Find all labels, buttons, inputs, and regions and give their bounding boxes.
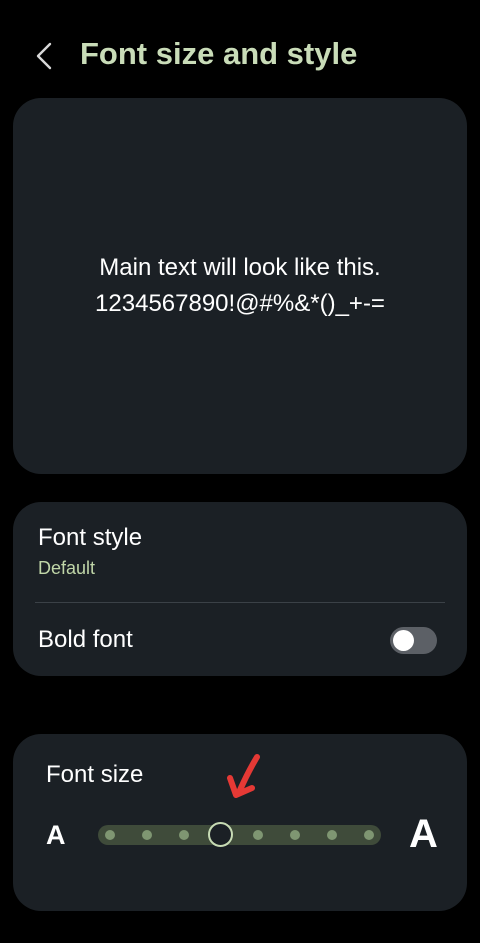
chevron-left-icon: [36, 42, 52, 70]
font-style-row[interactable]: Font style Default: [13, 502, 467, 602]
font-size-label: Font size: [46, 761, 144, 788]
bold-font-row[interactable]: Bold font: [13, 603, 467, 676]
slider-step-dot: [179, 830, 189, 840]
slider-step-dot: [105, 830, 115, 840]
bold-font-label: Bold font: [38, 626, 133, 653]
font-style-label: Font style: [38, 524, 143, 551]
slider-step-dot: [364, 830, 374, 840]
bold-font-toggle[interactable]: [390, 627, 437, 654]
preview-line-main: Main text will look like this.: [99, 254, 381, 281]
toggle-knob: [393, 630, 414, 651]
preview-text: Main text will look like this. 123456789…: [13, 250, 467, 322]
slider-step-dot: [142, 830, 152, 840]
red-arrow-icon: [227, 754, 260, 798]
app-header: Font size and style: [0, 0, 480, 110]
preview-card: Main text will look like this. 123456789…: [13, 98, 467, 474]
font-size-slider[interactable]: [98, 822, 381, 847]
back-button[interactable]: [28, 38, 64, 74]
slider-step-dot: [290, 830, 300, 840]
slider-step-dot: [253, 830, 263, 840]
slider-step-dot: [327, 830, 337, 840]
preview-line-symbols: 1234567890!@#%&*()_+-=: [95, 290, 385, 317]
settings-card: Font style Default Bold font: [13, 502, 467, 676]
font-style-value: Default: [38, 558, 96, 578]
large-a-icon: A: [409, 812, 438, 856]
page-title: Font size and style: [80, 36, 358, 71]
slider-thumb[interactable]: [208, 822, 233, 847]
small-a-icon: A: [46, 820, 66, 850]
